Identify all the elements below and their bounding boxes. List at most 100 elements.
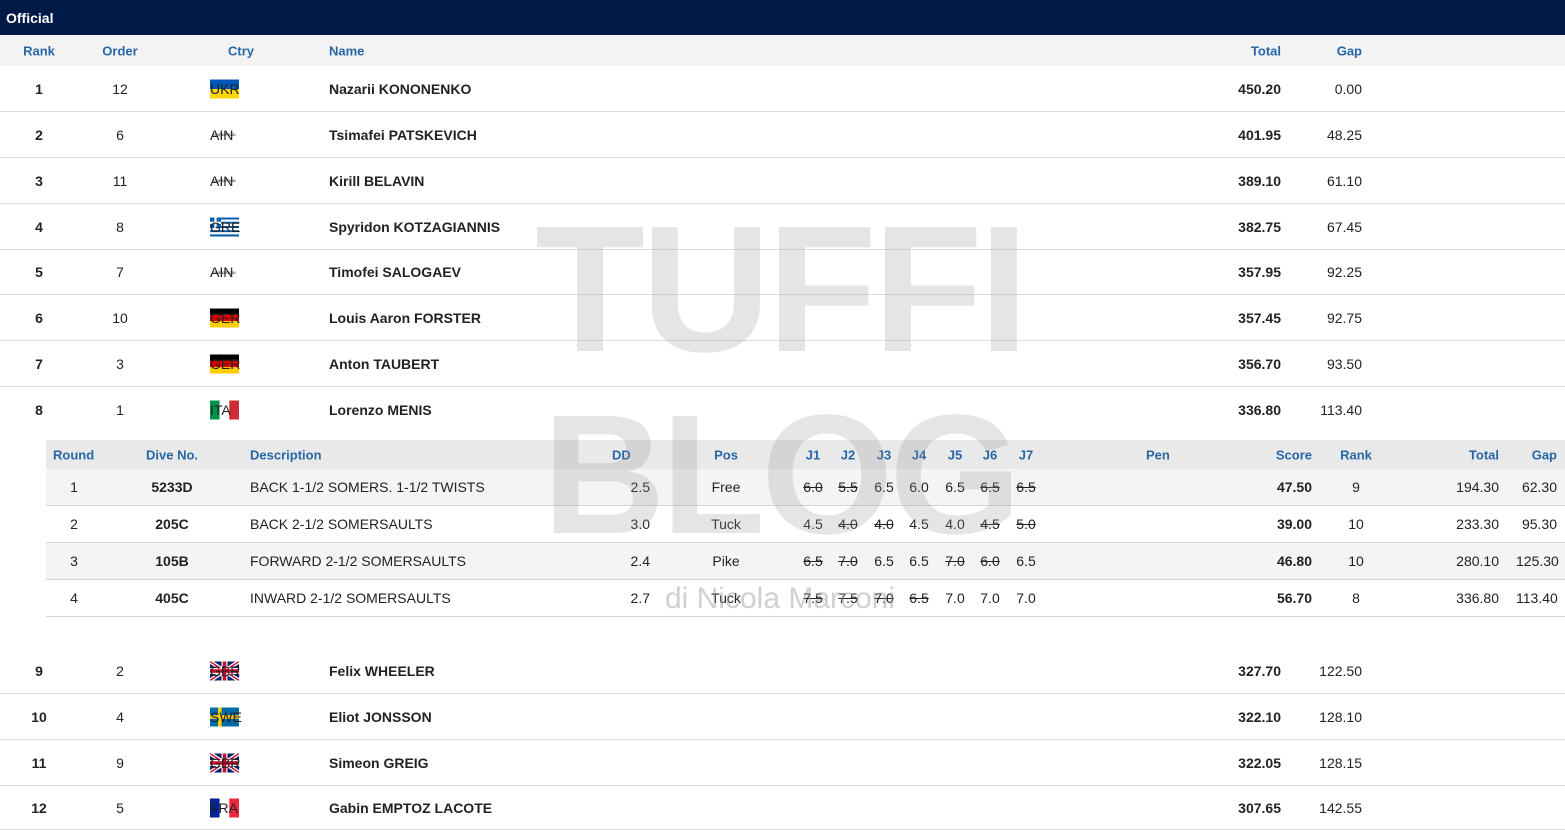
- col-dive-no: Dive No.: [146, 447, 199, 462]
- col-ctry[interactable]: Ctry: [210, 43, 272, 58]
- row-total: 357.95: [1238, 264, 1281, 280]
- row-gap: 92.25: [1326, 264, 1362, 280]
- table-row[interactable]: 11 9 GBR Simeon GREIG 322.05 128.15: [0, 740, 1565, 786]
- table-row[interactable]: 8 1 ITA Lorenzo MENIS 336.80 113.40: [0, 387, 1565, 433]
- athlete-name[interactable]: Anton TAUBERT: [329, 356, 439, 372]
- dive-description: INWARD 2-1/2 SOMERSAULTS: [250, 590, 451, 606]
- col-order[interactable]: Order: [80, 43, 160, 58]
- table-row[interactable]: 6 10 GER Louis Aaron FORSTER 357.45 92.75: [0, 295, 1565, 341]
- athlete-name[interactable]: Gabin EMPTOZ LACOTE: [329, 800, 492, 816]
- table-row[interactable]: 1 12 UKR Nazarii KONONENKO 450.20 0.00: [0, 66, 1565, 112]
- dive-round: 1: [70, 479, 78, 495]
- row-gap: 128.15: [1319, 754, 1362, 771]
- col-rank[interactable]: Rank: [0, 43, 78, 58]
- judge-score-j2: 5.5: [838, 479, 858, 495]
- judge-score-j6: 6.5: [980, 479, 1000, 495]
- dive-row: 3 105B FORWARD 2-1/2 SOMERSAULTS 2.4 Pike 6.5…: [46, 543, 1565, 580]
- athlete-name[interactable]: Lorenzo MENIS: [329, 402, 432, 418]
- judge-score-j5: 7.0: [945, 553, 965, 569]
- row-rank: 3: [35, 172, 43, 189]
- row-rank: 7: [35, 355, 43, 372]
- table-row[interactable]: 4 8 GRE Spyridon KOTZAGIANNIS 382.75 67.45: [0, 204, 1565, 250]
- table-row[interactable]: 10 4 SWE Eliot JONSSON 322.10 128.10: [0, 694, 1565, 740]
- athlete-name[interactable]: Simeon GREIG: [329, 755, 429, 771]
- dive-score: 46.80: [1276, 553, 1312, 569]
- col-pen: Pen: [1146, 447, 1170, 462]
- table-row[interactable]: 5 7 EUROPEAN AQUATICS AIN Timofei SALOGAEV 357…: [0, 250, 1565, 295]
- athlete-name[interactable]: Tsimafei PATSKEVICH: [329, 127, 477, 143]
- country-code: AIN: [210, 172, 234, 189]
- dive-round: 2: [70, 516, 78, 532]
- dive-rank: 8: [1352, 590, 1360, 606]
- dive-dd: 2.5: [630, 479, 650, 495]
- judge-score-j4: 6.0: [909, 479, 929, 495]
- dive-row: 1 5233D BACK 1-1/2 SOMERS. 1-1/2 TWISTS 2.5…: [46, 469, 1565, 506]
- athlete-name[interactable]: Spyridon KOTZAGIANNIS: [329, 219, 500, 235]
- col-pos: Pos: [714, 447, 738, 462]
- col-name[interactable]: Name: [329, 43, 364, 58]
- dive-gap: 113.40: [1516, 590, 1558, 606]
- col-description: Description: [250, 447, 322, 462]
- dive-position: Pike: [712, 553, 740, 569]
- athlete-name[interactable]: Felix WHEELER: [329, 663, 435, 679]
- row-order: 7: [116, 264, 124, 280]
- judge-score-j4: 4.5: [909, 516, 929, 532]
- row-gap: 92.75: [1326, 309, 1362, 326]
- row-rank: 6: [35, 309, 43, 326]
- table-row[interactable]: 9 2 GBR Felix WHEELER 327.70 122.50: [0, 648, 1565, 694]
- row-order: 5: [116, 799, 124, 816]
- dive-description: BACK 1-1/2 SOMERS. 1-1/2 TWISTS: [250, 479, 485, 495]
- athlete-name[interactable]: Louis Aaron FORSTER: [329, 310, 481, 326]
- row-gap: 67.45: [1326, 218, 1362, 235]
- dive-dd: 2.7: [630, 590, 650, 606]
- col-total[interactable]: Total: [1180, 43, 1281, 58]
- row-order: 4: [116, 708, 124, 725]
- judge-score-j6: 7.0: [980, 590, 1000, 606]
- judge-score-j6: 6.0: [980, 553, 1000, 569]
- judge-score-j5: 7.0: [945, 590, 965, 606]
- judge-score-j4: 6.5: [909, 553, 929, 569]
- col-j6: J6: [982, 447, 998, 462]
- col-gap[interactable]: Gap: [1300, 43, 1362, 58]
- row-total: 327.70: [1238, 662, 1281, 679]
- country-code: SWE: [210, 708, 242, 725]
- country-code: AIN: [210, 126, 234, 143]
- dive-gap: 62.30: [1521, 479, 1557, 495]
- row-gap: 113.40: [1320, 402, 1362, 418]
- dive-score: 47.50: [1276, 479, 1312, 495]
- judge-score-j7: 7.0: [1016, 590, 1036, 606]
- row-rank: 12: [31, 799, 47, 816]
- col-j5: J5: [947, 447, 963, 462]
- country-code: GER: [210, 355, 241, 372]
- dive-total: 280.10: [1456, 553, 1499, 569]
- judge-score-j5: 4.0: [945, 516, 965, 532]
- col-dive-gap: Gap: [1531, 447, 1557, 462]
- dive-total: 194.30: [1456, 479, 1499, 495]
- dive-description: BACK 2-1/2 SOMERSAULTS: [250, 516, 433, 532]
- athlete-name[interactable]: Timofei SALOGAEV: [329, 264, 461, 280]
- table-row[interactable]: 2 6 EUROPEAN AQUATICS AIN Tsimafei PATSKEVICH…: [0, 112, 1565, 158]
- dive-number: 405C: [155, 590, 189, 606]
- athlete-name[interactable]: Nazarii KONONENKO: [329, 81, 471, 97]
- table-row[interactable]: 3 11 EUROPEAN AQUATICS AIN Kirill BELAVIN 389.…: [0, 158, 1565, 204]
- row-total: 307.65: [1238, 799, 1281, 816]
- col-j2: J2: [840, 447, 856, 462]
- dive-position: Free: [711, 479, 741, 495]
- row-total: 357.45: [1238, 309, 1281, 326]
- row-total: 322.05: [1238, 754, 1281, 771]
- row-total: 382.75: [1238, 218, 1281, 235]
- table-row[interactable]: 12 5 FRA Gabin EMPTOZ LACOTE 307.65 142.55: [0, 786, 1565, 830]
- table-row[interactable]: 7 3 GER Anton TAUBERT 356.70 93.50: [0, 341, 1565, 387]
- athlete-name[interactable]: Kirill BELAVIN: [329, 173, 424, 189]
- row-gap: 48.25: [1326, 126, 1362, 143]
- athlete-name[interactable]: Eliot JONSSON: [329, 709, 432, 725]
- col-j1: J1: [805, 447, 821, 462]
- judge-score-j4: 6.5: [909, 590, 929, 606]
- dive-number: 205C: [155, 516, 189, 532]
- judge-score-j7: 6.5: [1016, 479, 1036, 495]
- col-dive-rank: Rank: [1340, 447, 1372, 462]
- country-code: AIN: [210, 264, 234, 280]
- dive-round: 4: [70, 590, 78, 606]
- row-order: 6: [116, 126, 124, 143]
- status-title: Official: [6, 9, 54, 26]
